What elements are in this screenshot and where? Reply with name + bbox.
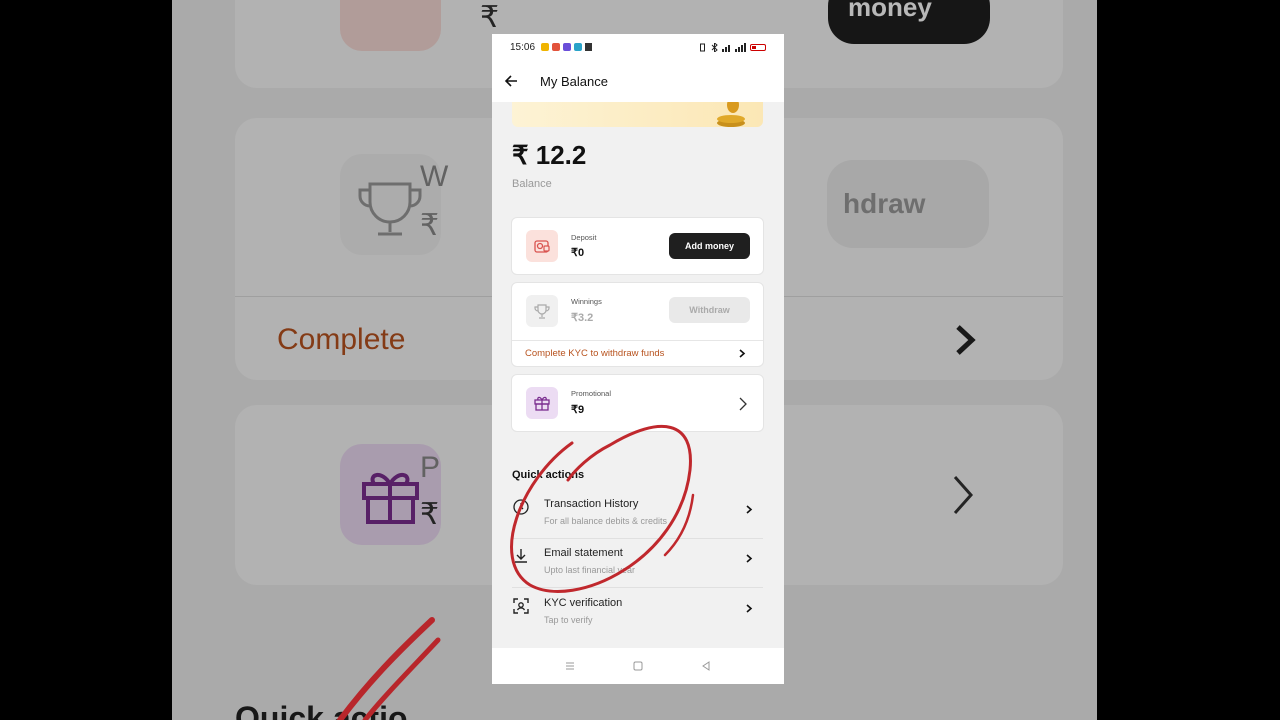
bluetooth-icon — [711, 42, 718, 52]
balance-amount: ₹ 12.2 — [512, 140, 587, 170]
back-arrow-icon[interactable] — [504, 74, 518, 88]
system-nav-bar — [492, 648, 784, 684]
kyc-verification-row[interactable]: KYC verification Tap to verify — [512, 589, 763, 638]
winnings-label: Winnings — [571, 297, 602, 306]
notification-icon — [563, 43, 572, 51]
winnings-value: ₹3.2 — [571, 312, 594, 324]
complete-kyc-link[interactable]: Complete KYC to withdraw funds — [512, 340, 763, 366]
warning-icon — [585, 43, 593, 51]
chevron-right-icon — [739, 397, 747, 411]
menu-icon[interactable] — [565, 661, 575, 671]
chevron-right-icon — [746, 604, 753, 613]
status-right — [698, 42, 766, 52]
complete-kyc-label: Complete KYC to withdraw funds — [525, 348, 665, 359]
chevron-right-icon — [746, 554, 753, 563]
trophy-icon — [526, 295, 558, 327]
coin-stack-icon — [717, 102, 745, 127]
status-bar: 15:06 — [492, 34, 784, 60]
withdraw-button[interactable]: Withdraw — [669, 297, 750, 323]
gift-icon — [526, 387, 558, 419]
kyc-verification-title: KYC verification — [544, 597, 623, 609]
signal-icon — [722, 44, 730, 52]
add-money-button[interactable]: Add money — [669, 233, 750, 259]
kyc-verification-subtitle: Tap to verify — [544, 615, 593, 625]
transaction-history-row[interactable]: Transaction History For all balance debi… — [512, 490, 763, 539]
signal-icon — [735, 42, 746, 52]
clock-icon — [513, 499, 529, 515]
email-statement-row[interactable]: Email statement Upto last financial year — [512, 539, 763, 588]
email-statement-subtitle: Upto last financial year — [544, 565, 636, 575]
notification-icon — [574, 43, 583, 51]
promotional-value: ₹9 — [571, 404, 585, 416]
home-icon[interactable] — [633, 661, 643, 671]
chevron-right-icon — [739, 349, 746, 358]
notification-icon — [552, 43, 561, 51]
phone-screen: 15:06 My Balance ₹ 12.2 Balance Deposit — [492, 34, 784, 684]
transaction-history-subtitle: For all balance debits & credits — [544, 516, 668, 526]
promo-banner[interactable] — [512, 102, 763, 127]
deposit-label: Deposit — [571, 233, 597, 242]
winnings-card: Winnings ₹3.2 Withdraw Complete KYC to w… — [511, 282, 764, 367]
quick-actions-title: Quick actions — [512, 469, 585, 481]
vibrate-icon — [700, 43, 705, 51]
transaction-history-title: Transaction History — [544, 498, 639, 510]
balance-label: Balance — [512, 178, 552, 190]
deposit-card: Deposit ₹0 Add money — [511, 217, 764, 275]
chevron-right-icon — [746, 505, 753, 514]
status-time: 15:06 — [510, 41, 536, 53]
battery-icon — [750, 43, 766, 51]
notification-icon — [541, 43, 550, 51]
promotional-label: Promotional — [571, 389, 612, 398]
back-triangle-icon[interactable] — [701, 661, 711, 671]
face-scan-icon — [513, 598, 529, 614]
wallet-icon — [526, 230, 558, 262]
page-title: My Balance — [540, 73, 608, 89]
deposit-value: ₹0 — [571, 247, 585, 259]
promotional-card[interactable]: Promotional ₹9 — [511, 374, 764, 432]
email-statement-title: Email statement — [544, 547, 623, 559]
download-icon — [515, 549, 527, 563]
app-bar: My Balance — [492, 60, 784, 102]
